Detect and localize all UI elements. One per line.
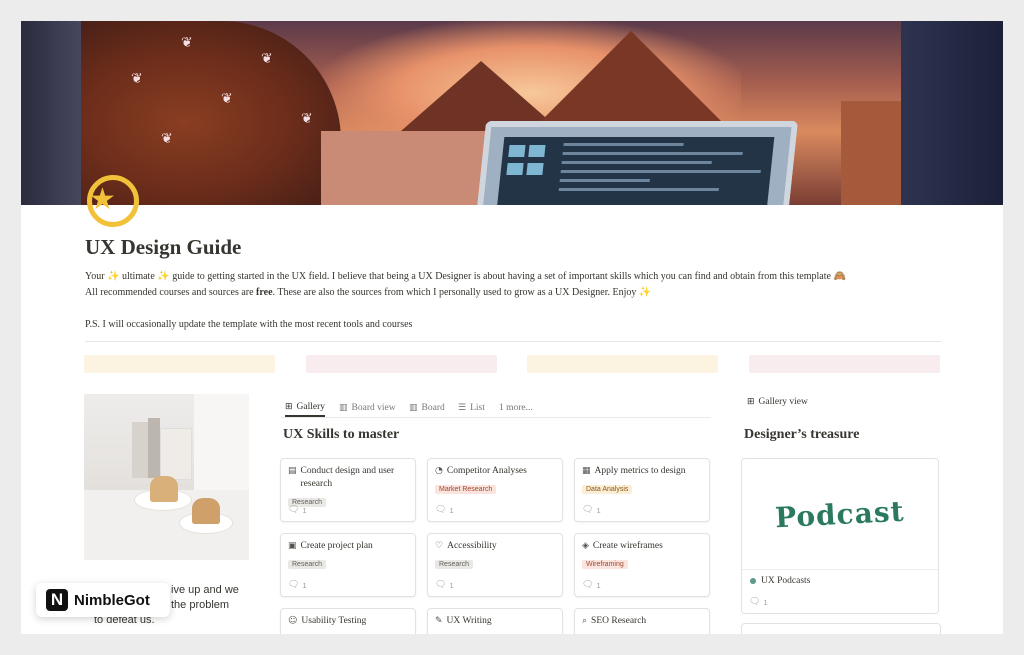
podcast-card-title: UX Podcasts [750, 576, 810, 586]
board-icon: ▥ [339, 403, 348, 413]
treasure-section-title[interactable]: Designer’s treasure [744, 427, 859, 443]
comment-count: 🗨 1 [435, 505, 454, 515]
heart-icon: ♡ [435, 541, 444, 551]
database-view-tabs: ⊞ Gallery ▥ Board view ▥ Board ☰ List 1 … [281, 397, 711, 418]
tab-gallery[interactable]: ⊞ Gallery [285, 399, 326, 417]
page-cover-image[interactable]: ❦ ❦ ❦ ❦ ❦ ❦ [21, 21, 1003, 205]
research-icon: ▤ [288, 466, 297, 476]
list-icon: ☰ [458, 403, 467, 413]
skill-card-title: ♡ Accessibility [435, 541, 497, 551]
skill-card[interactable]: ◈ Create wireframes Wireframing 🗨 1 [574, 533, 710, 597]
tab-more-views[interactable]: 1 more... [499, 399, 533, 417]
nimblegot-logo-icon: N [46, 589, 68, 611]
divider [85, 341, 941, 342]
intro-line-2: All recommended courses and sources are … [85, 287, 652, 298]
skill-tag: Market Research [435, 485, 497, 494]
skill-card[interactable]: ✎ UX Writing [427, 608, 563, 634]
desk-cupcake-image[interactable] [84, 394, 249, 560]
comment-icon: 🗨 [749, 597, 761, 607]
callout-block-4[interactable] [749, 355, 940, 373]
intro-line-1: Your ✨ ultimate ✨ guide to getting start… [85, 271, 846, 282]
skill-card[interactable]: ⌕ SEO Research [574, 608, 710, 634]
search-icon: ⌕ [582, 616, 588, 626]
gallery-icon: ⊞ [285, 402, 293, 412]
comment-count: 🗨 1 [582, 505, 601, 515]
skill-card-title: ◔ Competitor Analyses [435, 466, 527, 476]
tab-board[interactable]: ▥ Board [409, 399, 445, 417]
star-icon: ★ [89, 182, 116, 217]
callout-block-1[interactable] [84, 355, 275, 373]
skill-card[interactable]: ◔ Competitor Analyses Market Research 🗨 1 [427, 458, 563, 522]
page-intro: Your ✨ ultimate ✨ guide to getting start… [85, 269, 945, 333]
skill-card-title: ☺ Usability Testing [288, 616, 367, 626]
comment-count: 🗨 1 [582, 580, 601, 590]
intro-ps: P.S. I will occasionally update the temp… [85, 319, 413, 330]
podcast-cover-text: Podcast [774, 494, 906, 534]
skill-card-title: ▤ Conduct design and user research [288, 466, 395, 489]
users-icon: ☺ [288, 616, 298, 626]
skill-card-title: ◈ Create wireframes [582, 541, 663, 551]
gallery-card-partial[interactable] [741, 623, 941, 634]
comment-count: 🗨 1 [749, 597, 768, 607]
calendar-icon: ▣ [288, 541, 297, 551]
analysis-icon: ◔ [435, 466, 443, 476]
skill-tag: Wireframing [582, 560, 628, 569]
skill-card[interactable]: ♡ Accessibility Research 🗨 1 [427, 533, 563, 597]
chart-icon: ▦ [582, 466, 591, 476]
comment-count: 🗨 1 [288, 580, 307, 590]
status-dot-icon [750, 578, 756, 584]
skill-tag: Data Analysis [582, 485, 633, 494]
notion-page: ❦ ❦ ❦ ❦ ❦ ❦ ★ UX Design Guide Your ✨ ult… [21, 21, 1003, 634]
skill-card[interactable]: ▣ Create project plan Research 🗨 1 [280, 533, 416, 597]
callout-block-3[interactable] [527, 355, 718, 373]
skill-tag: Research [288, 560, 326, 569]
page-title[interactable]: UX Design Guide [85, 235, 241, 260]
skill-card[interactable]: ▦ Apply metrics to design Data Analysis 🗨 1 [574, 458, 710, 522]
comment-count: 🗨 1 [435, 580, 454, 590]
skill-card-title: ▣ Create project plan [288, 541, 373, 551]
quote-text: ive up and we the problem to defeat us. [94, 584, 239, 626]
tab-gallery-view[interactable]: ⊞ Gallery view [747, 397, 808, 407]
comment-icon: 🗨 [435, 580, 447, 590]
board-icon: ▥ [409, 403, 418, 413]
podcast-card-cover: Podcast [742, 459, 938, 570]
brand-name: NimbleGot [74, 591, 150, 609]
skills-section-title[interactable]: UX Skills to master [283, 427, 399, 443]
callout-block-2[interactable] [306, 355, 497, 373]
comment-count: 🗨 1 [288, 505, 307, 515]
tab-board-view[interactable]: ▥ Board view [339, 399, 396, 417]
page-icon-star[interactable]: ★ [83, 171, 143, 231]
skill-card-title: ⌕ SEO Research [582, 616, 647, 626]
skill-card[interactable]: ☺ Usability Testing [280, 608, 416, 634]
comment-icon: 🗨 [582, 505, 594, 515]
podcast-gallery-card[interactable]: Podcast UX Podcasts 🗨 1 [741, 458, 939, 614]
comment-icon: 🗨 [582, 580, 594, 590]
skill-card-title: ▦ Apply metrics to design [582, 466, 686, 476]
wireframe-icon: ◈ [582, 541, 589, 551]
gallery-icon: ⊞ [747, 397, 755, 407]
skill-card-title: ✎ UX Writing [435, 616, 492, 626]
comment-icon: 🗨 [288, 580, 300, 590]
skill-tag: Research [435, 560, 473, 569]
tab-list[interactable]: ☰ List [458, 399, 485, 417]
pencil-icon: ✎ [435, 616, 443, 626]
comment-icon: 🗨 [435, 505, 447, 515]
skill-card[interactable]: ▤ Conduct design and user research Researc… [280, 458, 416, 522]
brand-watermark: N NimbleGot [36, 583, 170, 617]
comment-icon: 🗨 [288, 505, 300, 515]
